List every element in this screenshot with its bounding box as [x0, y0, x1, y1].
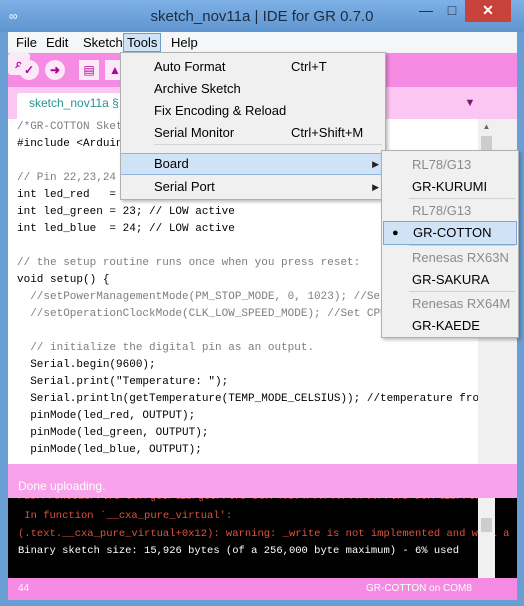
- close-button[interactable]: ✕: [465, 0, 511, 22]
- board-group-header: Renesas RX63N: [382, 247, 518, 269]
- new-file-icon[interactable]: ▤: [79, 60, 99, 80]
- tab-sketch-label: sketch_nov11a §: [29, 96, 119, 110]
- group-header-label: RL78/G13: [412, 203, 472, 218]
- code-line: int led_blue = 24; // LOW active: [17, 223, 235, 235]
- board-group-header: Renesas RX64M: [382, 293, 518, 315]
- console-line: Binary sketch size: 15,926 bytes (of a 2…: [18, 545, 460, 557]
- code-line: #include <Arduino: [17, 138, 130, 150]
- maximize-button[interactable]: □: [439, 0, 465, 22]
- menu-separator: [409, 198, 515, 199]
- console-line: (.text.__cxa_pure_virtual+0x12): warning…: [18, 528, 510, 540]
- selected-bullet-icon: ●: [392, 227, 399, 239]
- verify-check-icon[interactable]: ✓: [19, 60, 39, 80]
- menu-item-label: Serial Monitor: [154, 125, 235, 140]
- board-port-indicator: GR-COTTON on COM8: [366, 583, 472, 594]
- menu-item-serial-monitor[interactable]: Serial Monitor Ctrl+Shift+M: [121, 122, 385, 144]
- code-line: //setOperationClockMode(CLK_LOW_SPEED_MO…: [17, 308, 414, 320]
- code-line: Serial.print("Temperature: ");: [17, 376, 229, 388]
- menu-item-fix-encoding[interactable]: Fix Encoding & Reload: [121, 100, 385, 122]
- code-line: int led_red = 2: [17, 189, 130, 201]
- console-scroll-thumb[interactable]: [481, 518, 492, 532]
- board-group-header: RL78/G13: [382, 200, 518, 222]
- group-header-label: RL78/G13: [412, 157, 472, 172]
- menu-item-shortcut: Ctrl+Shift+M: [291, 125, 364, 140]
- console-scrollbar[interactable]: [478, 498, 495, 578]
- menu-edit[interactable]: Edit: [43, 34, 71, 51]
- group-header-label: Renesas RX64M: [412, 296, 511, 311]
- menu-item-auto-format[interactable]: Auto Format Ctrl+T: [121, 56, 385, 78]
- menu-item-board[interactable]: Board ▶: [121, 153, 385, 175]
- menu-item-label: Serial Port: [154, 179, 215, 194]
- tab-menu-down-arrow-icon[interactable]: ▼: [463, 96, 477, 110]
- menu-item-label: Fix Encoding & Reload: [154, 103, 287, 118]
- status-message: Done uploading.: [18, 479, 106, 493]
- menu-item-serial-port[interactable]: Serial Port ▶: [121, 176, 385, 198]
- code-line: int led_green = 23; // LOW active: [17, 206, 235, 218]
- code-line: // the setup routine runs once when you …: [17, 257, 361, 269]
- minimize-button[interactable]: —: [413, 0, 439, 22]
- tools-menu: Auto Format Ctrl+T Archive Sketch Fix En…: [120, 52, 386, 200]
- board-group-header: RL78/G13: [382, 154, 518, 176]
- scroll-up-arrow-icon[interactable]: ▲: [478, 119, 495, 135]
- code-line: pinMode(led_blue, OUTPUT);: [17, 444, 202, 456]
- board-item-label: GR-KURUMI: [412, 179, 488, 194]
- board-item-label: GR-KAEDE: [412, 318, 480, 333]
- code-line: pinMode(led_red, OUTPUT);: [17, 410, 196, 422]
- board-item-label: GR-SAKURA: [412, 272, 490, 287]
- board-item-label: GR-COTTON: [413, 225, 492, 240]
- code-line: Serial.println(getTemperature(TEMP_MODE_…: [17, 393, 478, 405]
- menu-tools[interactable]: Tools: [123, 33, 162, 52]
- console-output[interactable]: /usr/renesas/rl78-elf/gcc/lib/gcc/rl78-e…: [8, 498, 517, 578]
- menu-file[interactable]: File: [13, 34, 40, 51]
- console-line: /usr/renesas/rl78-elf/gcc/lib/gcc/rl78-e…: [18, 498, 486, 506]
- menu-help[interactable]: Help: [168, 34, 201, 51]
- submenu-arrow-icon: ▶: [372, 159, 379, 169]
- code-line: void setup() {: [17, 274, 110, 286]
- menu-item-label: Archive Sketch: [154, 81, 241, 96]
- board-item-gr-kurumi[interactable]: GR-KURUMI: [382, 176, 518, 198]
- code-line: Serial.begin(9600);: [17, 359, 156, 371]
- group-header-label: Renesas RX63N: [412, 250, 509, 265]
- menu-item-shortcut: Ctrl+T: [291, 59, 327, 74]
- code-line: // initialize the digital pin as an outp…: [17, 342, 315, 354]
- code-line: //setPowerManagementMode(PM_STOP_MODE, 0…: [17, 291, 414, 303]
- submenu-arrow-icon: ▶: [372, 182, 379, 192]
- menu-item-label: Auto Format: [154, 59, 226, 74]
- board-item-gr-kaede[interactable]: GR-KAEDE: [382, 315, 518, 337]
- code-line: pinMode(led_green, OUTPUT);: [17, 427, 209, 439]
- board-item-gr-cotton[interactable]: ● GR-COTTON: [383, 221, 517, 245]
- line-number: 44: [18, 583, 30, 594]
- code-line: /*GR-COTTON Sketch: [17, 121, 136, 133]
- console-line: In function `__cxa_pure_virtual':: [18, 510, 233, 522]
- upload-arrow-icon[interactable]: ➜: [45, 60, 65, 80]
- board-submenu: RL78/G13 GR-KURUMI RL78/G13 ● GR-COTTON …: [381, 150, 519, 338]
- menu-separator: [409, 245, 515, 246]
- menu-separator: [154, 144, 382, 145]
- menu-sketch[interactable]: Sketch: [80, 34, 126, 51]
- menu-bar: File Edit Sketch Tools Help: [8, 32, 517, 52]
- menu-item-archive-sketch[interactable]: Archive Sketch: [121, 78, 385, 100]
- menu-item-label: Board: [154, 156, 189, 171]
- board-item-gr-sakura[interactable]: GR-SAKURA: [382, 269, 518, 291]
- code-line: // Pin 22,23,24 a: [17, 172, 130, 184]
- menu-separator: [409, 291, 515, 292]
